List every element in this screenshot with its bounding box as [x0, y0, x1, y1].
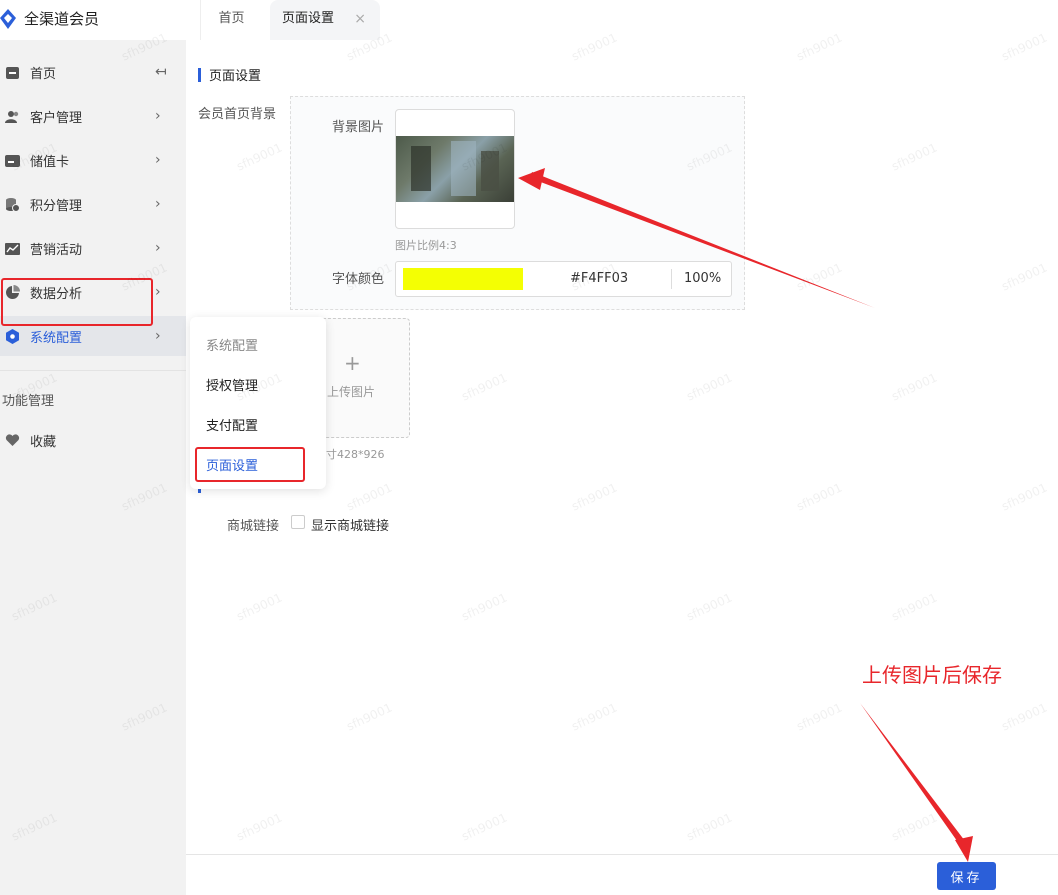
chevron-right-icon: › — [155, 108, 161, 124]
color-swatch[interactable] — [403, 268, 523, 290]
color-separator — [671, 269, 672, 289]
sidebar-divider — [0, 370, 186, 371]
flyout-item-payment[interactable]: 支付配置 — [206, 415, 258, 434]
sidebar-item-label: 收藏 — [30, 434, 57, 450]
footer-divider — [186, 854, 1058, 855]
upload-size-hint: 寸428*926 — [326, 448, 385, 461]
logo-icon — [0, 8, 16, 29]
mall-link-checkbox[interactable] — [291, 515, 305, 529]
close-icon[interactable]: × — [354, 0, 366, 38]
chevron-right-icon: › — [155, 328, 161, 344]
sidebar-item-label: 积分管理 — [30, 198, 83, 214]
sidebar-item-label: 首页 — [30, 66, 57, 82]
sidebar-item-favorites[interactable]: 收藏 — [0, 420, 186, 460]
plus-icon: + — [344, 351, 361, 375]
annotation-highlight-box — [195, 447, 305, 482]
bg-image-hint: 图片比例4:3 — [395, 239, 457, 252]
app-logo: 全渠道会员 — [0, 8, 99, 29]
save-button[interactable]: 保存 — [937, 862, 996, 890]
sidebar-item-home[interactable]: 首页 ↤ — [0, 52, 186, 92]
tab-home[interactable]: 首页 — [200, 0, 262, 40]
font-color-picker[interactable]: #F4FF03 100% — [395, 261, 732, 297]
home-icon — [6, 66, 19, 79]
mall-link-label: 商城链接 — [227, 519, 280, 534]
users-icon — [5, 110, 19, 123]
sidebar-item-customers[interactable]: 客户管理 › — [0, 96, 186, 136]
chevron-right-icon: › — [155, 240, 161, 256]
sidebar: 首页 ↤ 客户管理 › 储值卡 › 积分管理 › 营销活动 › 数据分析 › 系… — [0, 40, 186, 895]
chevron-right-icon: › — [155, 196, 161, 212]
tab-page-settings[interactable]: 页面设置 × — [270, 0, 380, 40]
heart-icon — [5, 433, 20, 446]
hexagon-settings-icon — [6, 328, 19, 344]
upload-label: 上传图片 — [327, 385, 376, 399]
app-title: 全渠道会员 — [24, 10, 100, 28]
flyout-header: 系统配置 — [206, 339, 259, 354]
bg-image-preview[interactable] — [395, 109, 515, 229]
coins-icon — [6, 197, 20, 212]
sidebar-item-label: 营销活动 — [30, 242, 83, 258]
bg-label: 会员首页背景 — [198, 107, 277, 122]
chevron-right-icon: › — [155, 284, 161, 300]
section-title-text: 页面设置 — [209, 69, 262, 84]
section-title: 页面设置 — [198, 65, 261, 84]
bg-image-label: 背景图片 — [332, 120, 385, 135]
color-opacity-value[interactable]: 100% — [684, 271, 721, 286]
sidebar-item-points[interactable]: 积分管理 › — [0, 184, 186, 224]
tab-page-settings-label: 页面设置 — [282, 11, 335, 26]
sidebar-item-label: 客户管理 — [30, 110, 83, 126]
annotation-text: 上传图片后保存 — [862, 663, 1002, 687]
chevron-right-icon: › — [155, 152, 161, 168]
sidebar-item-label: 系统配置 — [30, 330, 83, 346]
collapse-icon[interactable]: ↤ — [155, 64, 167, 80]
chart-line-icon — [5, 242, 20, 255]
mall-link-checkbox-label[interactable]: 显示商城链接 — [311, 515, 389, 534]
section-accent-bar — [198, 67, 201, 82]
